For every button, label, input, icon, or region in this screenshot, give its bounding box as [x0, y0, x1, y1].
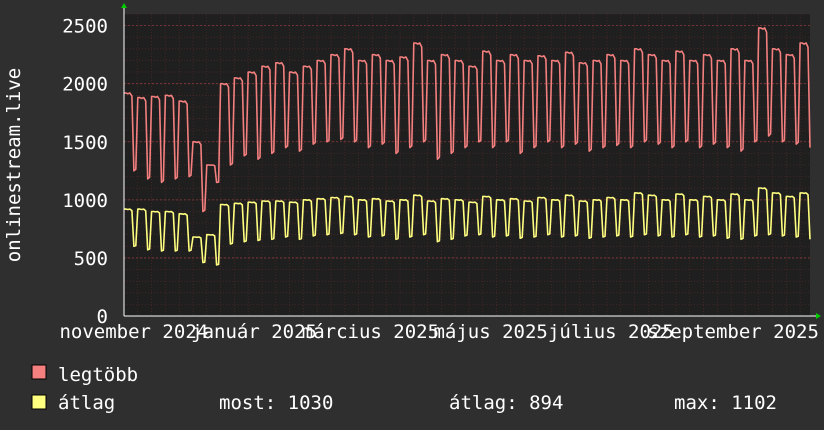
x-tick-label: január 2025 [191, 321, 317, 343]
x-tick-label: március 2025 [302, 321, 439, 343]
x-tick-label: szeptember 2025 [647, 321, 819, 343]
stat-atlag: átlag: 894 [449, 392, 563, 414]
x-tick-label: november 2024 [59, 321, 208, 343]
y-tick-label: 1000 [62, 190, 108, 212]
legend-label-atlag: átlag [58, 392, 115, 414]
y-tick-label: 2000 [62, 74, 108, 96]
stat-max: max: 1102 [674, 392, 777, 414]
x-tick-labels: november 2024január 2025március 2025máju… [59, 321, 818, 343]
x-tick-label: május 2025 [433, 321, 547, 343]
y-tick-label: 1500 [62, 132, 108, 154]
y-tick-label: 500 [74, 248, 108, 270]
stat-most: most: 1030 [219, 392, 333, 414]
chart: 05001000150020002500 november 2024január… [0, 0, 824, 430]
legend-swatch-legtobb [31, 364, 47, 380]
legend-swatch-atlag [31, 394, 47, 410]
legend-label-legtobb: legtöbb [58, 364, 138, 386]
y-tick-label: 2500 [62, 16, 108, 38]
y-axis-label: onlinestream.live [3, 68, 25, 262]
